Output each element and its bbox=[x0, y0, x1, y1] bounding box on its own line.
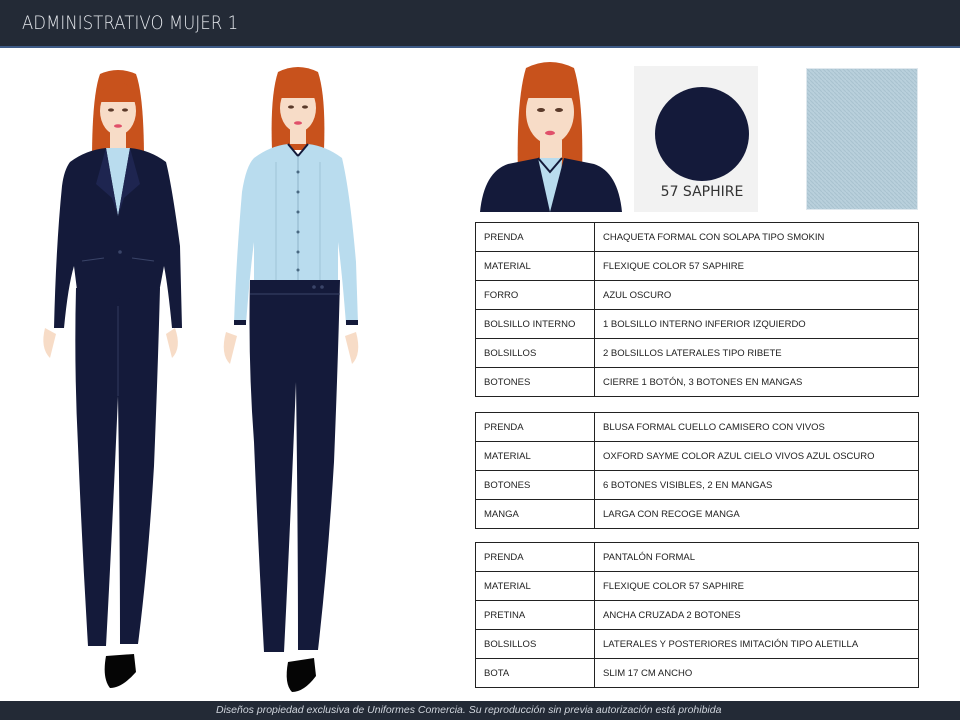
row-value: BLUSA FORMAL CUELLO CAMISERO CON VIVOS bbox=[594, 412, 919, 442]
spec-table-trousers: PRENDA PANTALÓN FORMAL MATERIAL FLEXIQUE C… bbox=[475, 542, 919, 688]
row-value: 6 BOTONES VISIBLES, 2 EN MANGAS bbox=[594, 470, 919, 500]
figure-blouse-and-trousers bbox=[223, 67, 359, 692]
row-value: SLIM 17 CM ANCHO bbox=[594, 658, 919, 688]
row-value: 2 BOLSILLOS LATERALES TIPO RIBETE bbox=[594, 338, 919, 368]
row-value: LATERALES Y POSTERIORES IMITACIÓN TIPO A… bbox=[594, 629, 919, 659]
row-label: PRENDA bbox=[475, 412, 595, 442]
table-row: BOLSILLOS LATERALES Y POSTERIORES IMITACI… bbox=[475, 629, 919, 659]
footer-bar: Diseños propiedad exclusiva de Uniformes… bbox=[0, 701, 960, 720]
table-row: PRETINA ANCHA CRUZADA 2 BOTONES bbox=[475, 600, 919, 630]
figure-suit-with-jacket bbox=[43, 70, 182, 688]
row-label: MATERIAL bbox=[475, 571, 595, 601]
row-value: LARGA CON RECOGE MANGA bbox=[594, 499, 919, 529]
row-value: FLEXIQUE COLOR 57 SAPHIRE bbox=[594, 571, 919, 601]
table-row: BOLSILLO INTERNO 1 BOLSILLO INTERNO INFER… bbox=[475, 309, 919, 339]
header-bar: ADMINISTRATIVO MUJER 1 bbox=[0, 0, 960, 48]
swatch-label: 57 SAPHIRE bbox=[661, 184, 744, 200]
fabric-sample-image bbox=[806, 68, 918, 210]
table-row: PRENDA PANTALÓN FORMAL bbox=[475, 542, 919, 572]
row-label: BOLSILLO INTERNO bbox=[475, 309, 595, 339]
row-value: AZUL OSCURO bbox=[594, 280, 919, 310]
row-label: BOTONES bbox=[475, 470, 595, 500]
table-row: BOTONES CIERRE 1 BOTÓN, 3 BOTONES EN MANG… bbox=[475, 367, 919, 397]
row-value: FLEXIQUE COLOR 57 SAPHIRE bbox=[594, 251, 919, 281]
row-label: BOLSILLOS bbox=[475, 338, 595, 368]
swatch-circle-icon: 57 SAPHIRE bbox=[655, 87, 749, 200]
row-label: PRENDA bbox=[475, 222, 595, 252]
row-value: CIERRE 1 BOTÓN, 3 BOTONES EN MANGAS bbox=[594, 367, 919, 397]
row-label: MATERIAL bbox=[475, 251, 595, 281]
table-row: BOLSILLOS 2 BOLSILLOS LATERALES TIPO RIBE… bbox=[475, 338, 919, 368]
row-value: PANTALÓN FORMAL bbox=[594, 542, 919, 572]
page-title: ADMINISTRATIVO MUJER 1 bbox=[22, 12, 239, 34]
table-row: PRENDA CHAQUETA FORMAL CON SOLAPA TIPO SM… bbox=[475, 222, 919, 252]
spec-table-blouse: PRENDA BLUSA FORMAL CUELLO CAMISERO CON V… bbox=[475, 412, 919, 529]
row-label: BOTONES bbox=[475, 367, 595, 397]
row-value: ANCHA CRUZADA 2 BOTONES bbox=[594, 600, 919, 630]
model-closeup-image bbox=[480, 62, 622, 212]
table-row: MANGA LARGA CON RECOGE MANGA bbox=[475, 499, 919, 529]
row-value: OXFORD SAYME COLOR AZUL CIELO VIVOS AZUL… bbox=[594, 441, 919, 471]
table-row: PRENDA BLUSA FORMAL CUELLO CAMISERO CON V… bbox=[475, 412, 919, 442]
spec-table-jacket: PRENDA CHAQUETA FORMAL CON SOLAPA TIPO SM… bbox=[475, 222, 919, 397]
table-row: BOTONES 6 BOTONES VISIBLES, 2 EN MANGAS bbox=[475, 470, 919, 500]
table-row: BOTA SLIM 17 CM ANCHO bbox=[475, 658, 919, 688]
table-row: MATERIAL FLEXIQUE COLOR 57 SAPHIRE bbox=[475, 251, 919, 281]
row-label: BOLSILLOS bbox=[475, 629, 595, 659]
color-swatch: 57 SAPHIRE bbox=[634, 66, 758, 212]
row-label: BOTA bbox=[475, 658, 595, 688]
row-label: FORRO bbox=[475, 280, 595, 310]
copyright-notice: Diseños propiedad exclusiva de Uniformes… bbox=[216, 704, 722, 716]
row-label: PRETINA bbox=[475, 600, 595, 630]
row-value: CHAQUETA FORMAL CON SOLAPA TIPO SMOKIN bbox=[594, 222, 919, 252]
row-value: 1 BOLSILLO INTERNO INFERIOR IZQUIERDO bbox=[594, 309, 919, 339]
table-row: MATERIAL OXFORD SAYME COLOR AZUL CIELO VI… bbox=[475, 441, 919, 471]
row-label: MATERIAL bbox=[475, 441, 595, 471]
row-label: MANGA bbox=[475, 499, 595, 529]
row-label: PRENDA bbox=[475, 542, 595, 572]
table-row: FORRO AZUL OSCURO bbox=[475, 280, 919, 310]
table-row: MATERIAL FLEXIQUE COLOR 57 SAPHIRE bbox=[475, 571, 919, 601]
